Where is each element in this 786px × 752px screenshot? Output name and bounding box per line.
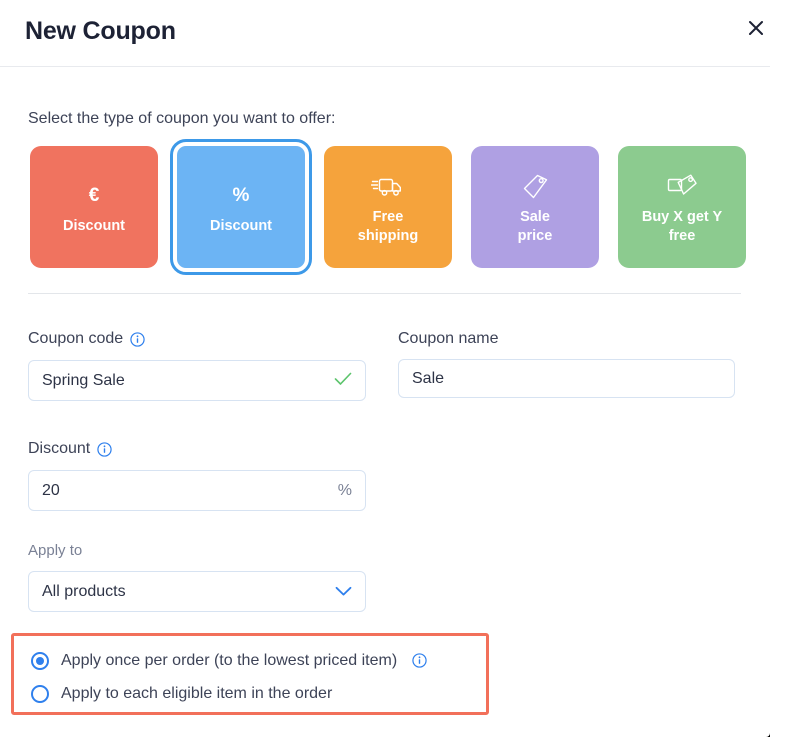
coupon-type-card-label: Free shipping bbox=[357, 208, 419, 244]
coupon-code-value: Spring Sale bbox=[42, 371, 125, 389]
discount-field-group: Discount 20 % bbox=[28, 440, 366, 511]
coupon-code-label: Coupon code bbox=[28, 330, 366, 348]
info-icon[interactable] bbox=[130, 331, 145, 347]
dialog-header: New Coupon bbox=[0, 0, 770, 67]
coupon-name-value: Sale bbox=[412, 369, 445, 387]
discount-input[interactable]: 20 % bbox=[28, 470, 366, 511]
coupon-type-prompt: Select the type of coupon you want to of… bbox=[28, 110, 336, 127]
euro-icon: € bbox=[88, 185, 100, 207]
close-icon bbox=[746, 18, 766, 38]
coupon-name-input[interactable]: Sale bbox=[398, 359, 735, 398]
coupon-code-field-group: Coupon code Spring Sale bbox=[28, 330, 366, 401]
coupon-type-card-label: Discount bbox=[62, 218, 126, 235]
radio-button[interactable] bbox=[31, 651, 49, 670]
apply-to-value: All products bbox=[42, 582, 126, 600]
coupon-type-card-euro-discount[interactable]: € Discount bbox=[30, 146, 158, 268]
apply-mode-option-label: Apply to each eligible item in the order bbox=[61, 684, 333, 702]
check-icon bbox=[334, 370, 352, 391]
apply-mode-option-1[interactable]: Apply to each eligible item in the order bbox=[31, 677, 486, 710]
apply-to-select[interactable]: All products bbox=[28, 571, 366, 612]
coupon-type-card-buy-x-get-y[interactable]: Buy X get Y free bbox=[618, 146, 746, 268]
price-tag-icon bbox=[520, 168, 550, 206]
coupon-type-card-free-shipping[interactable]: Free shipping bbox=[324, 146, 452, 268]
coupon-type-card-percent-discount[interactable]: % Discount bbox=[170, 139, 312, 275]
apply-to-label: Apply to bbox=[28, 542, 83, 559]
two-tags-icon bbox=[666, 168, 698, 206]
discount-unit-suffix: % bbox=[337, 481, 352, 499]
coupon-name-label: Coupon name bbox=[398, 330, 499, 347]
coupon-name-field-group: Coupon name Sale bbox=[398, 330, 735, 398]
coupon-type-card-label: Discount bbox=[209, 218, 273, 235]
coupon-type-card-label: Buy X get Y free bbox=[641, 208, 723, 244]
apply-mode-radio-group: Apply once per order (to the lowest pric… bbox=[11, 633, 489, 715]
discount-label: Discount bbox=[28, 440, 366, 458]
truck-icon bbox=[371, 168, 405, 206]
new-coupon-dialog: New Coupon Select the type of coupon you… bbox=[0, 0, 770, 737]
coupon-type-card-label: Sale price bbox=[517, 208, 553, 244]
page-title: New Coupon bbox=[25, 17, 176, 45]
radio-button[interactable] bbox=[31, 684, 49, 703]
info-icon[interactable] bbox=[97, 441, 112, 457]
apply-to-field-group: Apply to All products bbox=[28, 542, 366, 612]
coupon-type-card-list: € Discount% Discount Free shipping Sale pric… bbox=[30, 139, 755, 275]
coupon-type-card-sale-price[interactable]: Sale price bbox=[471, 146, 599, 268]
apply-mode-option-label: Apply once per order (to the lowest pric… bbox=[61, 651, 398, 669]
chevron-down-icon bbox=[335, 586, 352, 597]
section-divider bbox=[28, 293, 741, 294]
info-icon[interactable] bbox=[412, 653, 427, 668]
discount-value: 20 bbox=[42, 481, 60, 499]
close-button[interactable] bbox=[742, 14, 770, 42]
apply-mode-option-0[interactable]: Apply once per order (to the lowest pric… bbox=[31, 644, 486, 677]
coupon-code-input[interactable]: Spring Sale bbox=[28, 360, 366, 401]
percent-icon: % bbox=[232, 185, 250, 207]
